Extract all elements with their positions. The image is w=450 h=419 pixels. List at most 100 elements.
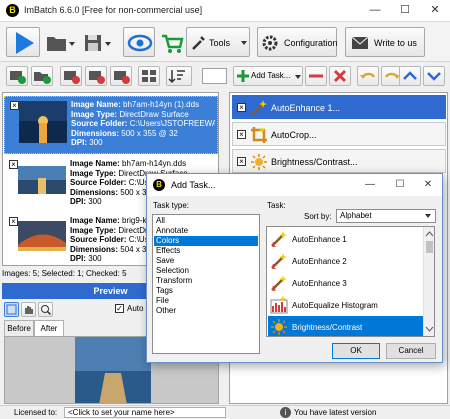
task-option[interactable]: AutoEqualize Histogram — [268, 294, 423, 316]
task-option[interactable]: 3 AutoEnhance 3 — [268, 272, 423, 294]
info-icon: i — [280, 407, 291, 418]
image-thumbnail — [18, 217, 66, 259]
sort-select[interactable]: Alphabet — [336, 209, 436, 223]
remove-image-icon — [64, 71, 80, 84]
type-item-other[interactable]: Other — [154, 306, 258, 316]
task-checkbox[interactable]: × — [237, 130, 246, 139]
image-checkbox[interactable]: × — [10, 101, 19, 110]
licensed-name-field[interactable]: <Click to set your name here> — [64, 407, 226, 418]
run-button[interactable] — [6, 27, 40, 57]
task-label: AutoCrop... — [271, 130, 317, 140]
type-item-annotate[interactable]: Annotate — [154, 226, 258, 236]
zoom-button[interactable] — [38, 302, 53, 317]
remove-image-button[interactable] — [60, 66, 82, 86]
dialog-minimize-button[interactable]: — — [355, 174, 385, 196]
task-item[interactable]: × AutoEnhance 1... — [232, 95, 446, 119]
svg-text:3: 3 — [272, 286, 276, 292]
add-folder-button[interactable] — [31, 66, 53, 86]
svg-text:2: 2 — [272, 264, 276, 270]
move-down-button[interactable] — [423, 66, 445, 86]
filter-input[interactable] — [202, 68, 227, 84]
write-to-us-button[interactable]: Write to us — [345, 27, 425, 57]
task-checkbox[interactable]: × — [237, 157, 246, 166]
task-option[interactable]: 1 AutoEnhance 1 — [268, 228, 423, 250]
type-item-transform[interactable]: Transform — [154, 276, 258, 286]
ok-button[interactable]: OK — [332, 343, 380, 359]
image-toolbar — [2, 62, 227, 90]
cart-button[interactable] — [158, 27, 184, 57]
chevron-down-icon — [427, 72, 441, 81]
configuration-label: Configuration — [284, 38, 338, 48]
tools-label: Tools — [209, 38, 231, 48]
scrollbar-thumb[interactable] — [426, 241, 433, 253]
sort-value: Alphabet — [340, 211, 372, 220]
licensed-label: Licensed to: — [14, 408, 58, 417]
add-task-dialog: B Add Task... — ☐ ✕ Task type: Task: Sor… — [146, 173, 443, 363]
auto-preview-label: Auto — [127, 304, 144, 313]
task-list-scrollbar[interactable] — [423, 227, 434, 336]
auto-preview-checkbox[interactable]: ✓ — [115, 304, 124, 313]
type-item-colors[interactable]: Colors — [154, 236, 258, 246]
tools-button[interactable]: Tools — [186, 27, 250, 57]
plus-icon — [237, 70, 249, 82]
maximize-button[interactable]: ☐ — [390, 0, 420, 22]
minimize-button[interactable]: — — [360, 0, 390, 22]
task-label: AutoEnhance 1... — [271, 103, 341, 113]
dialog-maximize-button[interactable]: ☐ — [385, 174, 415, 196]
configuration-button[interactable]: Configuration — [257, 27, 338, 57]
type-item-all[interactable]: All — [154, 216, 258, 226]
task-item[interactable]: × Brightness/Contrast... — [232, 149, 446, 173]
add-task-label: Add Task... — [251, 71, 291, 80]
pan-button[interactable] — [21, 302, 36, 317]
task-selection-list[interactable]: 1 AutoEnhance 1 2 AutoEnhance 2 3 AutoEn… — [266, 226, 435, 337]
type-item-file[interactable]: File — [154, 296, 258, 306]
save-button[interactable] — [80, 27, 111, 57]
zoom-fit-button[interactable] — [4, 302, 19, 317]
image-list-item[interactable]: × Image Name: bh7am-h14yn (1).dds Image … — [4, 96, 218, 154]
remove-unchecked-icon — [89, 71, 105, 84]
sort-button[interactable] — [166, 66, 192, 86]
remove-unchecked-button[interactable] — [85, 66, 107, 86]
clear-tasks-button[interactable] — [329, 66, 351, 86]
play-icon — [16, 32, 34, 54]
task-item[interactable]: × AutoCrop... — [232, 122, 446, 146]
scroll-down-icon — [425, 326, 434, 332]
remove-task-button[interactable] — [305, 66, 327, 86]
type-item-selection[interactable]: Selection — [154, 266, 258, 276]
close-button[interactable]: ✕ — [420, 0, 450, 22]
x-icon — [333, 69, 347, 83]
move-up-button[interactable] — [399, 66, 421, 86]
task-option[interactable]: 2 AutoEnhance 2 — [268, 250, 423, 272]
add-task-button[interactable]: Add Task... — [233, 66, 303, 86]
remove-all-button[interactable] — [110, 66, 132, 86]
chevron-down-icon — [425, 214, 431, 218]
brightness-icon — [271, 319, 287, 335]
type-item-effects[interactable]: Effects — [154, 246, 258, 256]
add-folder-icon — [34, 72, 51, 84]
chevron-down-icon — [69, 42, 75, 46]
svg-text:1: 1 — [272, 242, 276, 248]
task-checkbox[interactable]: × — [237, 103, 246, 112]
preview-eye-button[interactable] — [123, 27, 155, 57]
auto-enhance-icon: 3 — [271, 275, 287, 292]
sort-by-label: Sort by: — [304, 212, 332, 221]
add-image-button[interactable] — [6, 66, 28, 86]
open-folder-button[interactable] — [44, 27, 75, 57]
type-item-tags[interactable]: Tags — [154, 286, 258, 296]
dialog-close-button[interactable]: ✕ — [413, 174, 443, 196]
tab-after[interactable]: After — [34, 320, 64, 337]
cart-icon — [162, 34, 184, 53]
app-logo-icon: B — [6, 4, 19, 17]
zoom-icon — [41, 305, 52, 316]
image-checkbox[interactable]: × — [9, 217, 18, 226]
task-type-list[interactable]: All Annotate Colors Effects Save Selecti… — [152, 214, 260, 354]
undo-button[interactable] — [357, 66, 379, 86]
task-option[interactable]: Brightness/Contrast — [268, 316, 423, 336]
thumbnails-view-button[interactable] — [138, 66, 160, 86]
title-bar: B ImBatch 6.6.0 [Free for non-commercial… — [0, 0, 450, 22]
tab-before[interactable]: Before — [4, 320, 34, 336]
image-checkbox[interactable]: × — [9, 160, 18, 169]
type-item-save[interactable]: Save — [154, 256, 258, 266]
cancel-button[interactable]: Cancel — [386, 343, 436, 359]
version-status: You have latest version — [294, 408, 377, 417]
